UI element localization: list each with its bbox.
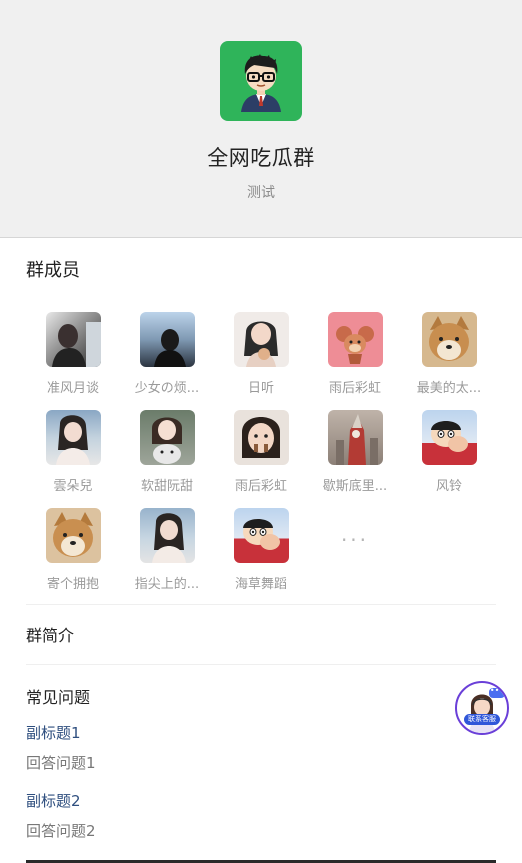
member-item[interactable]: 最美的太... — [402, 312, 496, 396]
divider — [26, 604, 496, 605]
member-avatar — [139, 410, 195, 465]
member-name: 雨后彩虹 — [234, 479, 287, 494]
group-avatar[interactable] — [220, 41, 302, 121]
member-name: 雨后彩虹 — [328, 381, 381, 396]
member-name: 指尖上的... — [134, 577, 200, 592]
group-header: 全网吃瓜群 测试 — [0, 0, 522, 238]
member-name: 歇斯底里... — [322, 479, 388, 494]
member-name: 软甜阮甜 — [140, 479, 193, 494]
member-avatar — [421, 410, 477, 465]
member-name: 雲朵兒 — [53, 479, 93, 494]
member-item[interactable]: 海草舞蹈 — [214, 508, 308, 592]
member-item[interactable]: 雲朵兒 — [26, 410, 120, 494]
faq-section-title: 常见问题 — [26, 688, 91, 707]
member-name: 准风月谈 — [46, 381, 99, 396]
member-name: 最美的太... — [416, 381, 482, 396]
member-item[interactable]: 准风月谈 — [26, 312, 120, 396]
member-item[interactable]: 少女の烦... — [120, 312, 214, 396]
member-item[interactable]: 寄个拥抱 — [26, 508, 120, 592]
member-avatar — [45, 508, 101, 563]
member-item[interactable]: 指尖上的... — [120, 508, 214, 592]
member-avatar — [233, 508, 289, 563]
member-avatar — [45, 410, 101, 465]
members-section-title: 群成员 — [26, 260, 80, 281]
customer-service-button[interactable]: ••• 联系客服 — [455, 681, 509, 735]
member-item[interactable]: 日听 — [214, 312, 308, 396]
member-item[interactable]: 雨后彩虹 — [308, 312, 402, 396]
member-avatar — [421, 312, 477, 367]
divider — [26, 664, 496, 665]
member-avatar — [327, 312, 383, 367]
member-item[interactable]: 软甜阮甜 — [120, 410, 214, 494]
cartoon-face-icon — [241, 54, 281, 112]
faq-question[interactable]: 副标题2 — [26, 790, 81, 811]
member-avatar — [233, 312, 289, 367]
member-avatar — [139, 312, 195, 367]
faq-answer: 回答问题2 — [26, 822, 96, 840]
member-item[interactable]: 歇斯底里... — [308, 410, 402, 494]
member-item[interactable]: 雨后彩虹 — [214, 410, 308, 494]
member-name: 日听 — [247, 381, 274, 396]
faq-answer: 回答问题1 — [26, 754, 96, 772]
chat-bubble-icon: ••• — [489, 687, 505, 698]
customer-service-label: 联系客服 — [464, 714, 500, 725]
member-avatar — [45, 312, 101, 367]
member-name: 风铃 — [435, 479, 462, 494]
intro-section-title: 群简介 — [26, 626, 75, 645]
member-avatar — [233, 410, 289, 465]
group-name: 全网吃瓜群 — [207, 146, 315, 170]
member-name: 寄个拥抱 — [46, 577, 99, 592]
group-subtitle: 测试 — [247, 185, 275, 201]
faq-question[interactable]: 副标题1 — [26, 722, 81, 743]
group-page: 全网吃瓜群 测试 群成员 准风月谈 少女の烦... 日听 雨后彩虹 最美的太..… — [0, 0, 522, 863]
member-name: 少女の烦... — [134, 381, 200, 396]
member-avatar — [327, 410, 383, 465]
member-item[interactable]: 风铃 — [402, 410, 496, 494]
member-avatar — [139, 508, 195, 563]
member-name: 海草舞蹈 — [234, 577, 287, 592]
more-members-button[interactable]: ... — [308, 522, 402, 546]
